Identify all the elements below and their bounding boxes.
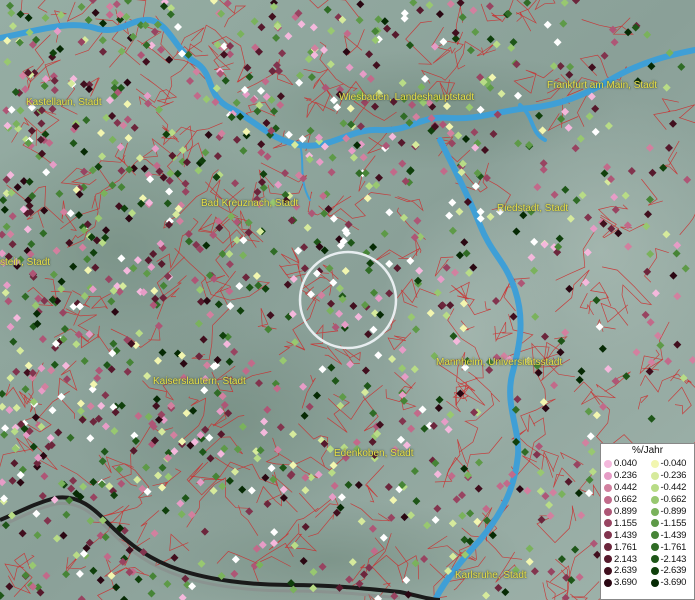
legend-item-positive: 3.690 — [601, 577, 648, 588]
map-view[interactable]: Kastellaun, Stadt Wiesbaden, Landeshaupt… — [0, 0, 695, 600]
city-label-kaiserslautern: Kaiserslautern, Stadt — [153, 376, 246, 387]
legend-item-negative: -1.761 — [648, 542, 695, 553]
legend-row: 2.143 -2.143 — [601, 553, 694, 565]
legend-row: 0.236 -0.236 — [601, 470, 694, 482]
city-label-riedstadt: Riedstadt, Stadt — [497, 203, 569, 214]
legend-swatch — [650, 543, 659, 552]
legend-item-positive: 0.442 — [601, 482, 648, 493]
legend-value: 0.040 — [614, 458, 637, 470]
legend-title: %/Jahr — [631, 445, 664, 456]
legend-swatch — [650, 471, 659, 480]
legend: %/Jahr 0.040 -0.040 0.236 -0.236 0.442 -0.442… — [600, 443, 695, 600]
legend-item-negative: -0.442 — [648, 482, 695, 493]
legend-row: 0.040 -0.040 — [601, 458, 694, 470]
legend-value: -2.639 — [660, 565, 687, 577]
legend-item-negative: -0.040 — [648, 458, 695, 469]
legend-value: -0.040 — [660, 458, 687, 470]
legend-item-negative: -2.639 — [648, 565, 695, 576]
legend-swatch — [604, 566, 612, 575]
legend-item-negative: -0.236 — [648, 470, 695, 481]
legend-value: 0.899 — [614, 506, 637, 517]
legend-item-positive: 2.143 — [601, 554, 648, 565]
legend-value: 3.690 — [614, 577, 637, 589]
legend-swatch — [650, 566, 659, 575]
legend-row: 1.439 -1.439 — [601, 529, 694, 541]
legend-swatch — [650, 578, 659, 587]
legend-row: 0.662 -0.662 — [601, 494, 694, 506]
legend-swatch — [650, 555, 659, 564]
legend-swatch — [604, 459, 612, 468]
legend-item-positive: 2.639 — [601, 565, 648, 576]
city-label-stein: stein, Stadt — [0, 257, 51, 268]
city-label-karlsruhe: Karlsruhe, Stadt — [455, 570, 527, 581]
legend-row: 1.155 -1.155 — [601, 517, 694, 529]
legend-value: -1.155 — [660, 517, 687, 529]
legend-item-negative: -3.690 — [648, 577, 695, 588]
legend-swatch — [604, 495, 612, 504]
legend-swatch — [650, 531, 659, 540]
legend-row: 0.899 -0.899 — [601, 506, 694, 518]
legend-swatch — [604, 519, 612, 528]
legend-swatch — [604, 471, 612, 480]
legend-row: 2.639 -2.639 — [601, 565, 694, 577]
legend-swatch — [650, 507, 659, 516]
legend-swatch — [650, 459, 659, 468]
legend-value: -1.439 — [660, 529, 687, 541]
legend-swatch — [604, 555, 612, 564]
legend-value: -0.662 — [660, 494, 687, 506]
legend-value: -0.442 — [660, 482, 687, 494]
legend-swatch — [650, 483, 659, 492]
legend-value: -3.690 — [660, 577, 687, 589]
legend-swatch — [604, 507, 612, 516]
legend-value: 2.143 — [614, 553, 637, 565]
legend-item-negative: -1.439 — [648, 530, 695, 541]
legend-item-positive: 0.662 — [601, 494, 648, 505]
legend-item-positive: 1.761 — [601, 542, 648, 553]
legend-value: -0.236 — [660, 470, 687, 482]
legend-item-positive: 1.439 — [601, 530, 648, 541]
legend-swatch — [650, 495, 659, 504]
legend-value: -2.143 — [660, 553, 687, 565]
legend-item-positive: 0.899 — [601, 506, 648, 517]
legend-value: -1.761 — [660, 541, 687, 553]
legend-swatch — [604, 578, 612, 587]
legend-swatch — [604, 483, 612, 492]
legend-value: 2.639 — [614, 565, 637, 577]
legend-item-negative: -0.662 — [648, 494, 695, 505]
legend-item-negative: -2.143 — [648, 554, 695, 565]
legend-value: 0.442 — [614, 482, 637, 494]
legend-value: 1.439 — [614, 529, 637, 541]
legend-value: 0.236 — [614, 470, 637, 482]
legend-swatch — [604, 531, 612, 540]
legend-item-positive: 0.236 — [601, 470, 648, 481]
city-label-wiesbaden: Wiesbaden, Landeshauptstadt — [339, 92, 475, 103]
city-label-kastellaun: Kastellaun, Stadt — [26, 97, 102, 108]
legend-row: 0.442 -0.442 — [601, 482, 694, 494]
legend-rows: 0.040 -0.040 0.236 -0.236 0.442 -0.442 0.662 -0… — [601, 458, 694, 589]
legend-item-negative: -1.155 — [648, 518, 695, 529]
legend-value: 1.761 — [614, 541, 637, 553]
city-label-bad-kreuznach: Bad Kreuznach, Stadt — [201, 198, 299, 209]
legend-item-positive: 0.040 — [601, 458, 648, 469]
legend-item-positive: 1.155 — [601, 518, 648, 529]
city-label-mannheim: Mannheim, Universitätsstadt — [436, 357, 563, 368]
city-label-edenkoben: Edenkoben, Stadt — [334, 448, 414, 459]
legend-value: -0.899 — [660, 506, 687, 517]
legend-value: 1.155 — [614, 517, 637, 529]
legend-row: 1.761 -1.761 — [601, 541, 694, 553]
legend-swatch — [650, 519, 659, 528]
legend-item-negative: -0.899 — [648, 506, 695, 517]
legend-row: 3.690 -3.690 — [601, 577, 694, 589]
legend-value: 0.662 — [614, 494, 637, 506]
city-label-frankfurt: Frankfurt am Main, Stadt — [547, 80, 658, 91]
legend-swatch — [604, 543, 612, 552]
